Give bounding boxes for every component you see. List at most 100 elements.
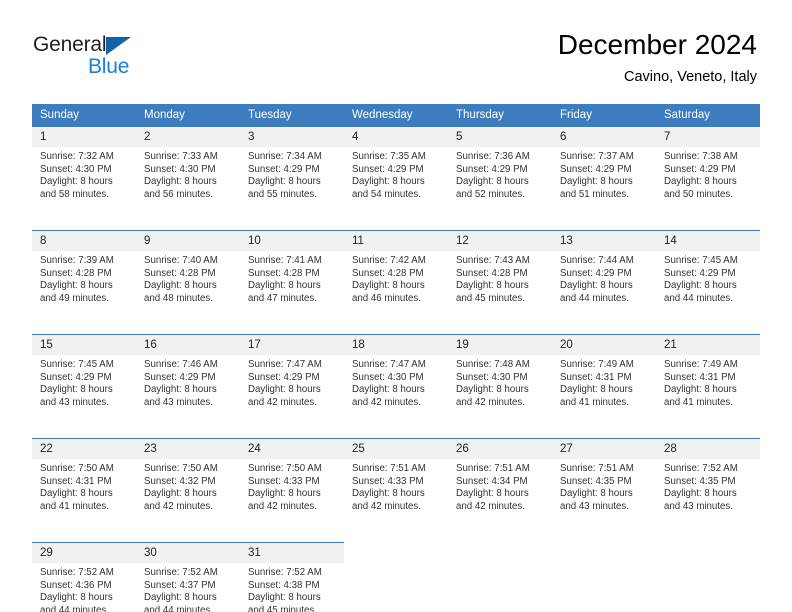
sunset-text: Sunset: 4:30 PM <box>144 163 216 175</box>
sunset-text: Sunset: 4:29 PM <box>456 163 528 175</box>
sunset-text: Sunset: 4:30 PM <box>40 163 112 175</box>
day-cell[interactable]: 20 Sunrise: 7:49 AM Sunset: 4:31 PM Dayl… <box>552 334 656 423</box>
day-number: 27 <box>552 438 656 459</box>
day-details: Sunrise: 7:36 AM Sunset: 4:29 PM Dayligh… <box>448 147 552 215</box>
day-cell[interactable]: 2 Sunrise: 7:33 AM Sunset: 4:30 PM Dayli… <box>136 126 240 215</box>
weekday-header-sunday: Sunday <box>32 104 136 126</box>
day-cell[interactable]: 7 Sunrise: 7:38 AM Sunset: 4:29 PM Dayli… <box>656 126 760 215</box>
day-cell[interactable]: 26 Sunrise: 7:51 AM Sunset: 4:34 PM Dayl… <box>448 438 552 527</box>
day-number: 21 <box>656 334 760 355</box>
day-cell[interactable]: 21 Sunrise: 7:49 AM Sunset: 4:31 PM Dayl… <box>656 334 760 423</box>
sunset-text: Sunset: 4:29 PM <box>352 163 424 175</box>
day-details: Sunrise: 7:52 AM Sunset: 4:35 PM Dayligh… <box>656 459 760 527</box>
sunset-text: Sunset: 4:31 PM <box>560 371 632 383</box>
day-cell[interactable]: 11 Sunrise: 7:42 AM Sunset: 4:28 PM Dayl… <box>344 230 448 319</box>
day-cell[interactable]: 23 Sunrise: 7:50 AM Sunset: 4:32 PM Dayl… <box>136 438 240 527</box>
daylight-text-line2: and 43 minutes. <box>144 396 213 408</box>
day-cell[interactable]: 16 Sunrise: 7:46 AM Sunset: 4:29 PM Dayl… <box>136 334 240 423</box>
daylight-text-line1: Daylight: 8 hours <box>144 488 217 500</box>
day-cell[interactable]: 30 Sunrise: 7:52 AM Sunset: 4:37 PM Dayl… <box>136 542 240 612</box>
day-details: Sunrise: 7:52 AM Sunset: 4:37 PM Dayligh… <box>136 563 240 612</box>
day-details <box>344 563 448 612</box>
weekday-header-thursday: Thursday <box>448 104 552 126</box>
daylight-text-line1: Daylight: 8 hours <box>352 488 425 500</box>
day-cell-empty <box>552 542 656 612</box>
daylight-text-line1: Daylight: 8 hours <box>352 176 425 188</box>
sunset-text: Sunset: 4:29 PM <box>40 371 112 383</box>
day-cell[interactable]: 5 Sunrise: 7:36 AM Sunset: 4:29 PM Dayli… <box>448 126 552 215</box>
day-details: Sunrise: 7:52 AM Sunset: 4:38 PM Dayligh… <box>240 563 344 612</box>
day-cell[interactable]: 12 Sunrise: 7:43 AM Sunset: 4:28 PM Dayl… <box>448 230 552 319</box>
day-details: Sunrise: 7:47 AM Sunset: 4:29 PM Dayligh… <box>240 355 344 423</box>
day-number: 28 <box>656 438 760 459</box>
day-number: 19 <box>448 334 552 355</box>
sunrise-text: Sunrise: 7:45 AM <box>664 255 738 266</box>
calendar-week-row: 22 Sunrise: 7:50 AM Sunset: 4:31 PM Dayl… <box>32 438 760 527</box>
weekday-header-tuesday: Tuesday <box>240 104 344 126</box>
day-number: 13 <box>552 230 656 251</box>
sunset-text: Sunset: 4:34 PM <box>456 475 528 487</box>
day-cell[interactable]: 15 Sunrise: 7:45 AM Sunset: 4:29 PM Dayl… <box>32 334 136 423</box>
day-details: Sunrise: 7:45 AM Sunset: 4:29 PM Dayligh… <box>32 355 136 423</box>
sunrise-text: Sunrise: 7:52 AM <box>664 463 738 474</box>
day-cell[interactable]: 22 Sunrise: 7:50 AM Sunset: 4:31 PM Dayl… <box>32 438 136 527</box>
day-details: Sunrise: 7:40 AM Sunset: 4:28 PM Dayligh… <box>136 251 240 319</box>
daylight-text-line1: Daylight: 8 hours <box>248 384 321 396</box>
day-number: 29 <box>32 542 136 563</box>
day-number: 12 <box>448 230 552 251</box>
day-number: 8 <box>32 230 136 251</box>
day-cell[interactable]: 31 Sunrise: 7:52 AM Sunset: 4:38 PM Dayl… <box>240 542 344 612</box>
daylight-text-line1: Daylight: 8 hours <box>664 280 737 292</box>
day-cell-empty <box>656 542 760 612</box>
day-cell-empty <box>448 542 552 612</box>
day-number <box>344 542 448 563</box>
day-cell[interactable]: 24 Sunrise: 7:50 AM Sunset: 4:33 PM Dayl… <box>240 438 344 527</box>
day-cell[interactable]: 3 Sunrise: 7:34 AM Sunset: 4:29 PM Dayli… <box>240 126 344 215</box>
day-details: Sunrise: 7:50 AM Sunset: 4:33 PM Dayligh… <box>240 459 344 527</box>
day-cell[interactable]: 8 Sunrise: 7:39 AM Sunset: 4:28 PM Dayli… <box>32 230 136 319</box>
daylight-text-line1: Daylight: 8 hours <box>40 280 113 292</box>
sunrise-text: Sunrise: 7:32 AM <box>40 151 114 162</box>
daylight-text-line1: Daylight: 8 hours <box>560 488 633 500</box>
location-subtitle: Cavino, Veneto, Italy <box>624 69 757 85</box>
day-cell[interactable]: 29 Sunrise: 7:52 AM Sunset: 4:36 PM Dayl… <box>32 542 136 612</box>
daylight-text-line2: and 41 minutes. <box>40 500 109 512</box>
daylight-text-line2: and 49 minutes. <box>40 292 109 304</box>
sunrise-text: Sunrise: 7:43 AM <box>456 255 530 266</box>
day-cell[interactable]: 27 Sunrise: 7:51 AM Sunset: 4:35 PM Dayl… <box>552 438 656 527</box>
sunset-text: Sunset: 4:33 PM <box>352 475 424 487</box>
sunset-text: Sunset: 4:38 PM <box>248 579 320 591</box>
logo-text-blue: Blue <box>88 55 130 78</box>
day-cell[interactable]: 1 Sunrise: 7:32 AM Sunset: 4:30 PM Dayli… <box>32 126 136 215</box>
sunset-text: Sunset: 4:29 PM <box>144 371 216 383</box>
day-cell[interactable]: 25 Sunrise: 7:51 AM Sunset: 4:33 PM Dayl… <box>344 438 448 527</box>
day-details: Sunrise: 7:38 AM Sunset: 4:29 PM Dayligh… <box>656 147 760 215</box>
daylight-text-line1: Daylight: 8 hours <box>40 488 113 500</box>
general-blue-logo[interactable]: General Blue <box>33 33 233 83</box>
day-cell[interactable]: 28 Sunrise: 7:52 AM Sunset: 4:35 PM Dayl… <box>656 438 760 527</box>
weekday-header-wednesday: Wednesday <box>344 104 448 126</box>
day-cell[interactable]: 17 Sunrise: 7:47 AM Sunset: 4:29 PM Dayl… <box>240 334 344 423</box>
day-cell[interactable]: 13 Sunrise: 7:44 AM Sunset: 4:29 PM Dayl… <box>552 230 656 319</box>
calendar-body: 1 Sunrise: 7:32 AM Sunset: 4:30 PM Dayli… <box>32 126 760 612</box>
daylight-text-line2: and 42 minutes. <box>144 500 213 512</box>
day-cell[interactable]: 19 Sunrise: 7:48 AM Sunset: 4:30 PM Dayl… <box>448 334 552 423</box>
daylight-text-line1: Daylight: 8 hours <box>144 384 217 396</box>
day-cell[interactable]: 4 Sunrise: 7:35 AM Sunset: 4:29 PM Dayli… <box>344 126 448 215</box>
daylight-text-line1: Daylight: 8 hours <box>560 176 633 188</box>
daylight-text-line2: and 42 minutes. <box>248 500 317 512</box>
day-cell[interactable]: 14 Sunrise: 7:45 AM Sunset: 4:29 PM Dayl… <box>656 230 760 319</box>
day-cell[interactable]: 18 Sunrise: 7:47 AM Sunset: 4:30 PM Dayl… <box>344 334 448 423</box>
day-cell[interactable]: 10 Sunrise: 7:41 AM Sunset: 4:28 PM Dayl… <box>240 230 344 319</box>
daylight-text-line2: and 42 minutes. <box>248 396 317 408</box>
day-cell[interactable]: 6 Sunrise: 7:37 AM Sunset: 4:29 PM Dayli… <box>552 126 656 215</box>
daylight-text-line2: and 52 minutes. <box>456 188 525 200</box>
day-details: Sunrise: 7:48 AM Sunset: 4:30 PM Dayligh… <box>448 355 552 423</box>
sunrise-sunset-calendar: Sunday Monday Tuesday Wednesday Thursday… <box>32 104 760 612</box>
day-cell[interactable]: 9 Sunrise: 7:40 AM Sunset: 4:28 PM Dayli… <box>136 230 240 319</box>
daylight-text-line2: and 42 minutes. <box>352 500 421 512</box>
sunrise-text: Sunrise: 7:49 AM <box>664 359 738 370</box>
sunrise-text: Sunrise: 7:44 AM <box>560 255 634 266</box>
daylight-text-line2: and 43 minutes. <box>560 500 629 512</box>
sunset-text: Sunset: 4:36 PM <box>40 579 112 591</box>
